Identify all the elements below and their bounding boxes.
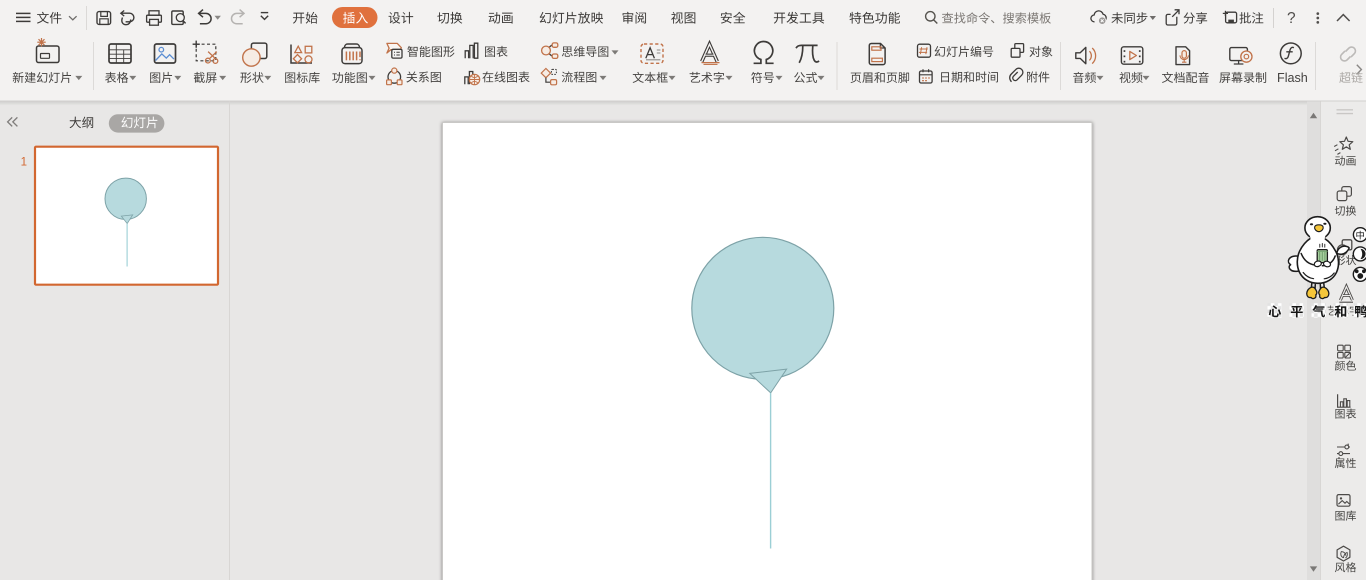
svg-text:?: ? bbox=[1287, 10, 1296, 27]
svg-text:1: 1 bbox=[21, 157, 27, 169]
svg-text:Flash: Flash bbox=[1277, 71, 1308, 85]
